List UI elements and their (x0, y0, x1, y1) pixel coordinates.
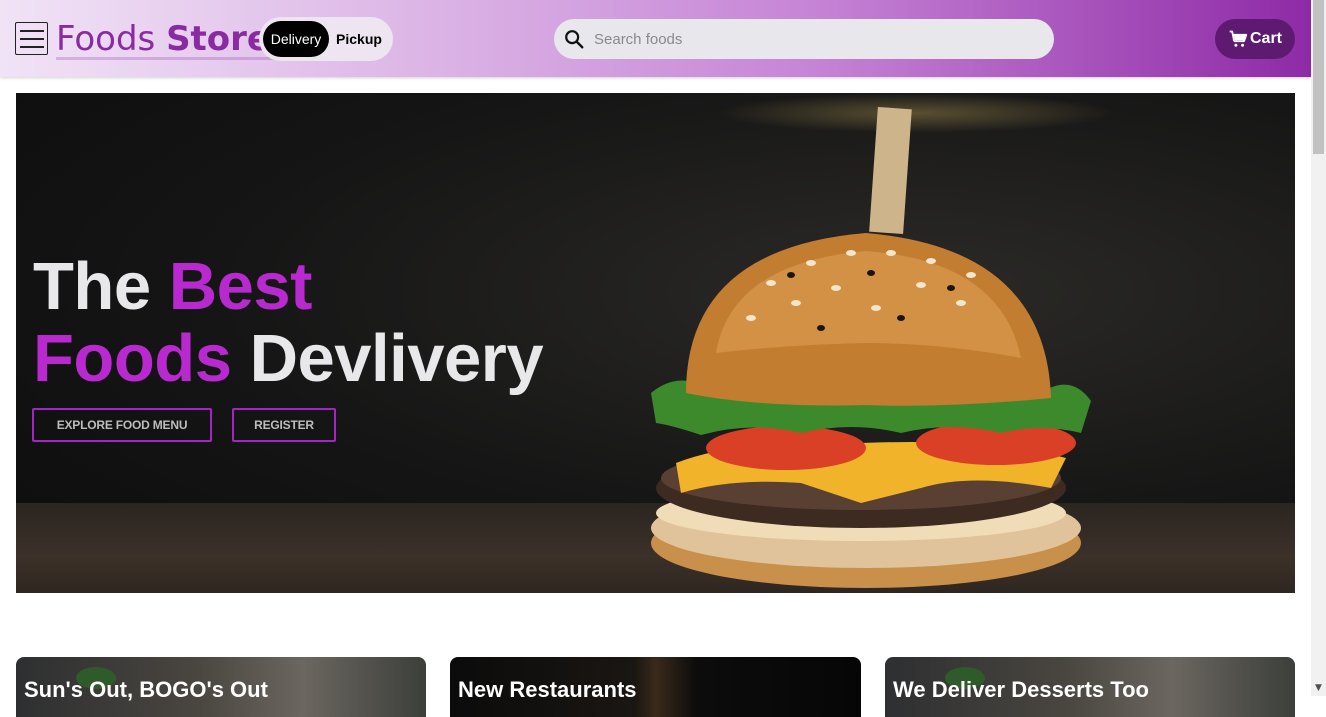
search-icon[interactable] (563, 28, 585, 50)
brand-logo[interactable]: Foods Store (56, 18, 278, 60)
hero-banner: The Best Foods Devlivery EXPLORE FOOD ME… (16, 93, 1295, 593)
delivery-pickup-toggle: Delivery Pickup (259, 17, 393, 61)
menu-button[interactable] (15, 22, 48, 55)
hamburger-menu-icon (19, 29, 44, 32)
promo-card[interactable]: We Deliver Desserts Too (885, 657, 1295, 717)
hero-title-word: The (33, 249, 151, 324)
delivery-option[interactable]: Delivery (263, 21, 329, 57)
brand-name-light: Foods (56, 19, 156, 59)
promo-card[interactable]: Sun's Out, BOGO's Out (16, 657, 426, 717)
top-header: Foods Store Delivery Pickup Cart (0, 0, 1311, 77)
cart-label: Cart (1249, 30, 1282, 47)
cart-icon (1229, 30, 1248, 47)
hero-title-accent-word: Best (168, 249, 313, 324)
register-button[interactable]: REGISTER (232, 408, 336, 442)
burger-image (651, 106, 1091, 588)
hamburger-menu-icon-bar (19, 37, 44, 40)
brand-name-strong: Store (166, 19, 270, 59)
hero-title-line-2: Foods Devlivery (33, 321, 544, 396)
search-bar (554, 19, 1054, 59)
hero-title-word: Devlivery (249, 321, 544, 396)
hero-title-accent-word: Foods (33, 321, 232, 396)
scrollbar-thumb[interactable] (1313, 0, 1324, 154)
explore-food-menu-button[interactable]: EXPLORE FOOD MENU (32, 408, 212, 442)
scroll-down-arrow-icon[interactable]: ▼ (1313, 682, 1324, 694)
promo-card-title: We Deliver Desserts Too (893, 677, 1149, 702)
promo-card-title: Sun's Out, BOGO's Out (24, 677, 268, 702)
cart-button[interactable]: Cart (1215, 19, 1295, 59)
promo-card-title: New Restaurants (458, 677, 637, 702)
hero-title-line-1: The Best (33, 251, 543, 323)
hamburger-menu-icon-bar (19, 45, 44, 48)
hero-title: The Best Foods Devlivery (33, 251, 544, 396)
pickup-option[interactable]: Pickup (329, 21, 389, 57)
search-input[interactable] (594, 30, 1024, 48)
promo-card[interactable]: New Restaurants (450, 657, 861, 717)
